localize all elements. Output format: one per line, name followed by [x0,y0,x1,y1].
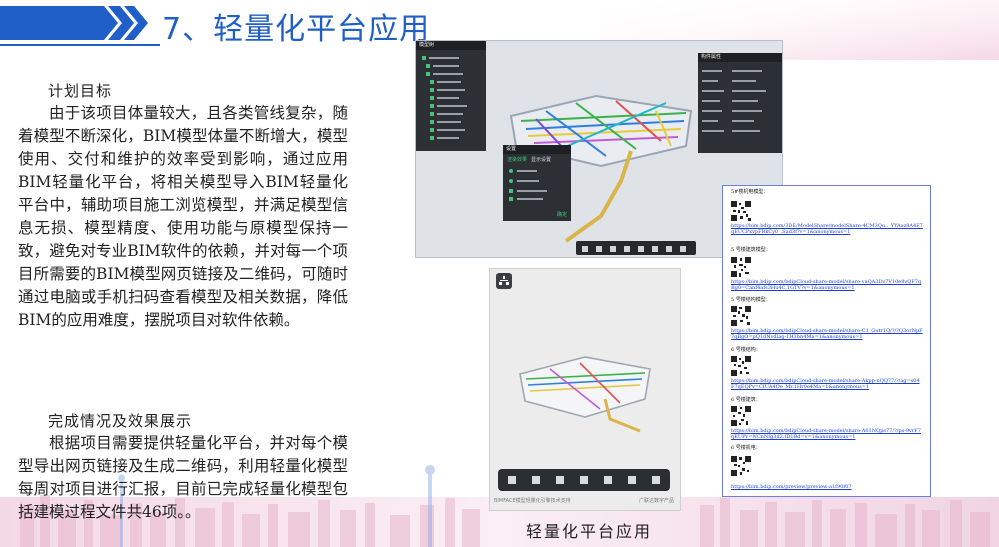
qr-code [731,201,751,221]
settings-title: 设置 [503,145,571,154]
model-link[interactable]: https://bim.bdip.com/bdipCloud-share-mod… [731,328,923,340]
section-body-result: 根据项目需要提供轻量化平台，并对每个模型导出网页链接及生成二维码，利用轻量化模型… [18,434,348,521]
model-tree-title: 模型树 [416,41,486,50]
section-body-plan: 由于该项目体量较大，且各类管线复杂，随着模型不断深化，BIM模型体量不断增大，模… [18,104,348,329]
mobile-toolbar[interactable] [498,469,670,491]
qr-code [731,356,751,376]
properties-panel[interactable]: 构件属性 [698,53,782,153]
model-tree-list [422,56,467,140]
model-link[interactable]: https://bim.bdip.com/bdipCloud-share-mod… [731,428,923,440]
viewer-toolbar[interactable] [576,241,696,255]
properties-title: 构件属性 [698,53,782,62]
model-link[interactable]: https://bim.bdip.com/3DE/ModelShare/mode… [731,223,923,235]
tree-icon[interactable] [496,273,512,289]
qr-code [731,257,751,277]
link-label-4: 6 号楼结构： [731,347,761,353]
tab-render-effect[interactable]: 渲染效果 [507,156,527,163]
figure-caption: 轻量化平台应用 [526,522,653,541]
section-title-result: 完成情况及效果展示 [48,412,193,430]
viewer-toolbar-icons [582,246,686,252]
page-title: 7、轻量化平台应用 [162,12,431,47]
link-label-5: 6 号楼建筑： [731,397,761,403]
settings-dialog[interactable]: 设置 渲染效果 显示设置 确定 [503,145,571,221]
qr-code [731,306,751,326]
header-underline [0,44,160,46]
header-arrow-decoration [0,6,148,40]
model-link[interactable]: https://bim.bdip.com/bdipCloud-share-mod… [731,378,923,390]
qr-code [731,406,751,426]
properties-list [702,70,766,132]
model-tree-panel[interactable]: 模型树 [416,41,486,151]
mobile-footer-left: BIMFACE模型轻量化引擎技术支持 [494,498,571,504]
model-link[interactable]: https://bim.bdip.com/bdipCloud-share-mod… [731,279,923,291]
link-label-1: 5#楼机电模型： [731,189,769,195]
tab-display-settings[interactable]: 显示设置 [531,156,551,163]
model-links-panel: 5#楼机电模型： https://bim.bdip.com/3DE/ModelS… [722,185,931,497]
mobile-footer-right: 广联达数字产品 [638,498,674,504]
qr-code [731,456,751,476]
mobile-toolbar-icons [508,476,660,484]
settings-options [509,169,547,201]
settings-confirm-button[interactable]: 确定 [557,211,567,218]
section-title-plan: 计划目标 [48,82,113,100]
mobile-viewer-screenshot: BIMFACE模型轻量化引擎技术支持 广联达数字产品 [489,268,681,511]
mobile-bim-model-render [519,356,651,433]
link-label-2: 5 号楼建筑模型： [731,247,771,253]
link-label-6: 6 号楼机电： [731,445,761,451]
link-label-3: 5 号楼结构模型： [731,297,771,303]
model-link[interactable]: https://bim.bdip.com/preview/preview-a1f… [731,484,923,490]
